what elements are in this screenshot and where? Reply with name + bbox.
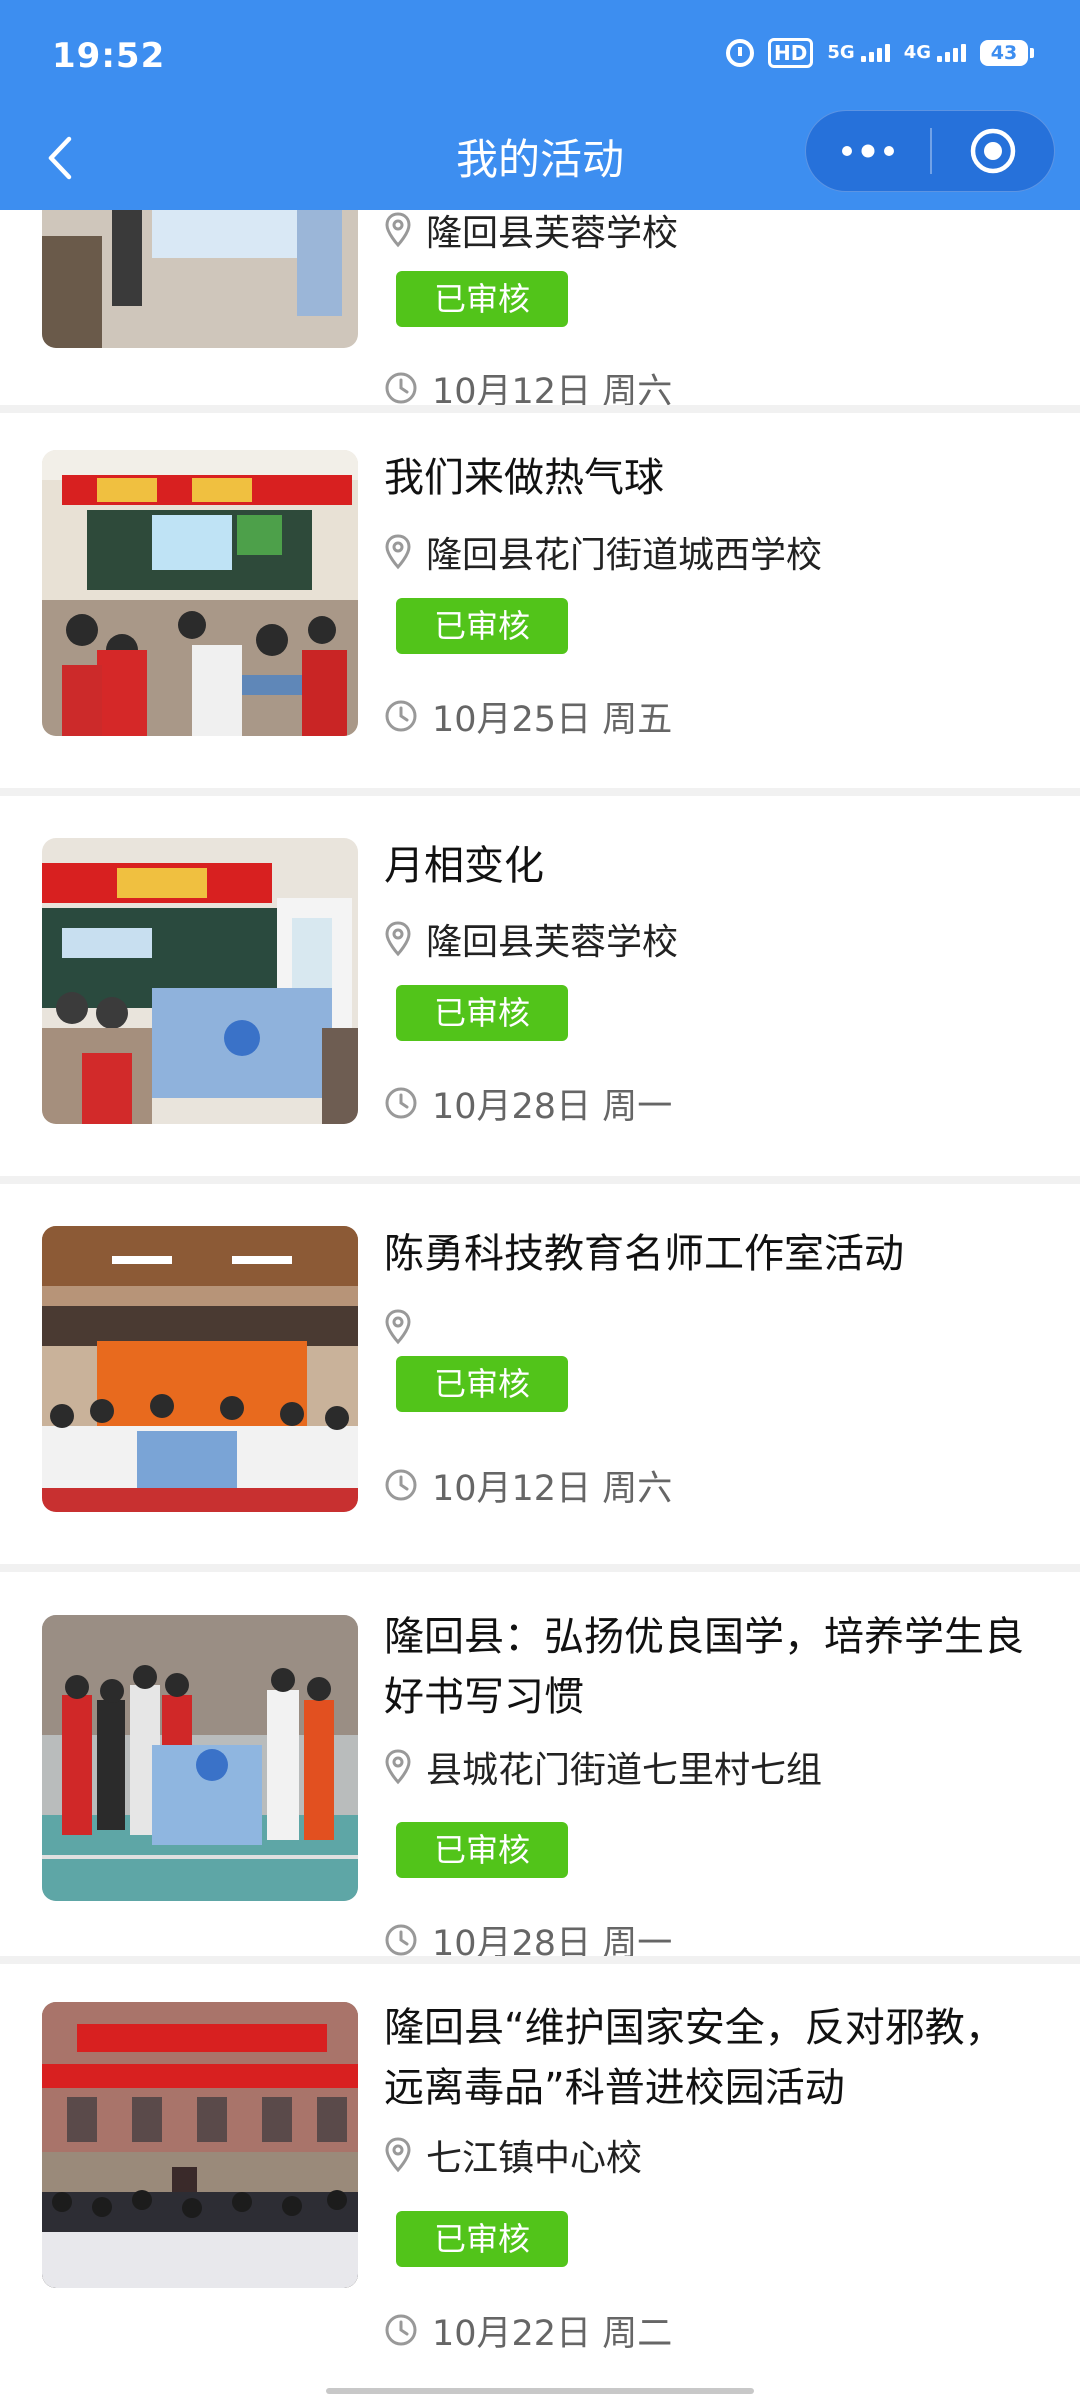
activity-title: 我们来做热气球 xyxy=(384,455,664,501)
status-badge: 已审核 xyxy=(396,598,568,654)
status-icons: HD 5G 4G 43 xyxy=(726,38,1034,68)
status-badge: 已审核 xyxy=(396,1822,568,1878)
location-pin-icon xyxy=(385,1309,411,1345)
location-pin-icon xyxy=(385,2137,411,2173)
activity-card[interactable]: 我们来做热气球 隆回县花门街道城西学校 已审核 10月25日 周五 xyxy=(0,413,1080,788)
location-row: 七江镇中心校 xyxy=(384,2130,642,2180)
hd-icon: HD xyxy=(768,38,814,68)
card-divider xyxy=(0,1564,1080,1572)
date-row: 10月22日 周二 xyxy=(384,2305,672,2355)
card-divider xyxy=(0,1956,1080,1964)
location-pin-icon xyxy=(385,534,411,570)
activity-photo xyxy=(42,838,358,1124)
activity-photo xyxy=(42,2002,358,2288)
activity-location: 七江镇中心校 xyxy=(426,2138,643,2179)
activity-card[interactable]: 隆回县：弘扬优良国学，培养学生良好书写习惯 县城花门街道七里村七组 已审核 10… xyxy=(0,1572,1080,1964)
mini-program-capsule xyxy=(805,110,1055,192)
activity-date: 10月28日 周一 xyxy=(432,1086,673,1127)
more-dots-icon xyxy=(842,144,894,158)
activity-title: 月相变化 xyxy=(384,843,544,889)
activity-card[interactable]: 陈勇科技教育名师工作室活动 已审核 10月12日 周六 xyxy=(0,1184,1080,1564)
location-row: 县城花门街道七里村七组 xyxy=(384,1742,822,1792)
close-button[interactable] xyxy=(932,110,1054,192)
date-row: 10月28日 周一 xyxy=(384,1078,672,1128)
status-badge: 已审核 xyxy=(396,985,568,1041)
location-row: 隆回县花门街道城西学校 xyxy=(384,527,822,577)
date-row: 10月12日 周六 xyxy=(384,1460,672,1510)
signal-5g-icon: 5G xyxy=(827,44,890,62)
more-button[interactable] xyxy=(806,110,930,192)
card-divider xyxy=(0,788,1080,796)
activity-card[interactable]: 隆回县“维护国家安全，反对邪教，远离毒品”科普进校园活动 七江镇中心校 已审核 … xyxy=(0,1964,1080,2400)
activity-date: 10月12日 周六 xyxy=(432,1468,673,1509)
activity-title: 陈勇科技教育名师工作室活动 xyxy=(384,1231,904,1277)
location-row xyxy=(384,1302,426,1352)
app-header: 19:52 HD 5G 4G 43 我的活动 xyxy=(0,0,1080,210)
status-time: 19:52 xyxy=(52,36,166,76)
card-divider xyxy=(0,1176,1080,1184)
location-pin-icon xyxy=(385,212,411,248)
nav-bar: 我的活动 xyxy=(0,110,1080,210)
clock-icon xyxy=(385,372,417,404)
alarm-icon xyxy=(726,39,755,67)
activity-title: 隆回县：弘扬优良国学，培养学生良好书写习惯 xyxy=(384,1614,1024,1720)
target-close-icon xyxy=(970,128,1016,174)
activity-list[interactable]: 隆回县芙蓉学校 已审核 10月12日 周六 我们来做热气球 隆回县花门街道城西学… xyxy=(0,0,1080,2400)
battery-icon: 43 xyxy=(980,40,1034,66)
home-indicator[interactable] xyxy=(326,2388,754,2394)
clock-icon xyxy=(385,1469,417,1501)
clock-icon xyxy=(385,1087,417,1119)
status-bar: 19:52 HD 5G 4G 43 xyxy=(0,0,1080,110)
activity-location: 隆回县芙蓉学校 xyxy=(426,922,679,963)
location-pin-icon xyxy=(385,921,411,957)
activity-location: 隆回县花门街道城西学校 xyxy=(426,535,823,576)
clock-icon xyxy=(385,700,417,732)
clock-icon xyxy=(385,1924,417,1956)
activity-photo xyxy=(42,450,358,736)
activity-date: 10月25日 周五 xyxy=(432,699,673,740)
signal-4g-icon: 4G xyxy=(904,44,966,62)
date-row: 10月25日 周五 xyxy=(384,691,672,741)
location-row: 隆回县芙蓉学校 xyxy=(384,205,678,255)
activity-photo xyxy=(42,1615,358,1901)
activity-location: 隆回县芙蓉学校 xyxy=(426,213,679,254)
activity-location: 县城花门街道七里村七组 xyxy=(426,1750,823,1791)
back-button[interactable] xyxy=(30,128,90,188)
status-badge: 已审核 xyxy=(396,271,568,327)
clock-icon xyxy=(385,2314,417,2346)
chevron-left-icon xyxy=(48,136,72,180)
card-divider xyxy=(0,405,1080,413)
activity-photo xyxy=(42,1226,358,1512)
location-pin-icon xyxy=(385,1749,411,1785)
activity-title: 隆回县“维护国家安全，反对邪教，远离毒品”科普进校园活动 xyxy=(384,2005,1005,2111)
activity-date: 10月22日 周二 xyxy=(432,2313,673,2354)
activity-card[interactable]: 月相变化 隆回县芙蓉学校 已审核 10月28日 周一 xyxy=(0,796,1080,1176)
status-badge: 已审核 xyxy=(396,2211,568,2267)
status-badge: 已审核 xyxy=(396,1356,568,1412)
location-row: 隆回县芙蓉学校 xyxy=(384,914,678,964)
